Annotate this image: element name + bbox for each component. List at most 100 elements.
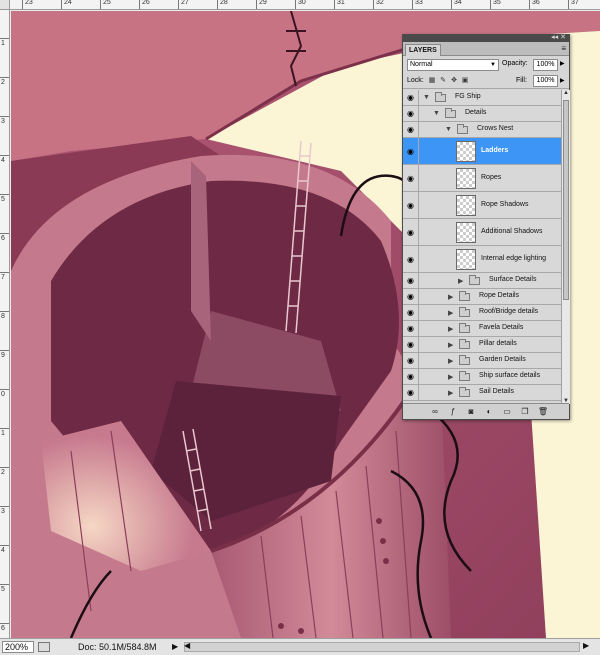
expand-triangle-icon[interactable]: ▶ bbox=[448, 373, 453, 381]
layer-group-ship-surface-details[interactable]: ◉ ▶ Ship surface details bbox=[403, 369, 561, 385]
layer-thumbnail bbox=[456, 222, 476, 243]
lock-all-icon[interactable]: ▣ bbox=[461, 77, 469, 85]
scroll-right-icon[interactable]: ▶ bbox=[583, 641, 589, 650]
expand-triangle-icon[interactable]: ▼ bbox=[423, 94, 430, 101]
ruler-label: 8 bbox=[1, 313, 5, 320]
eye-icon[interactable]: ◉ bbox=[403, 192, 419, 218]
scroll-up-icon[interactable]: ▲ bbox=[563, 90, 569, 96]
zoom-field[interactable]: 200% bbox=[2, 641, 34, 653]
scroll-left-icon[interactable]: ◀ bbox=[184, 641, 190, 650]
layer-list: ◉ ▼ FG Ship ◉ ▼ Details ◉ ▼ Crows Nest ◉… bbox=[403, 90, 561, 404]
layer-ladders[interactable]: ◉ Ladders bbox=[403, 138, 561, 165]
document-info-icon[interactable] bbox=[38, 642, 50, 652]
lock-move-icon[interactable]: ✥ bbox=[450, 77, 458, 85]
ruler-label: 3 bbox=[1, 118, 5, 125]
folder-icon bbox=[469, 275, 480, 285]
eye-icon[interactable]: ◉ bbox=[403, 106, 419, 121]
scrollbar-thumb[interactable] bbox=[563, 100, 569, 300]
fill-input[interactable]: 100% bbox=[533, 75, 558, 87]
ruler-label: 3 bbox=[1, 508, 5, 515]
expand-triangle-icon[interactable]: ▶ bbox=[448, 325, 453, 333]
new-layer-icon[interactable]: ❐ bbox=[519, 406, 531, 418]
layer-group-garden-details[interactable]: ◉ ▶ Garden Details bbox=[403, 353, 561, 369]
ruler-label: 37 bbox=[571, 0, 579, 6]
opacity-slider-icon[interactable]: ▶ bbox=[560, 60, 565, 67]
eye-icon[interactable]: ◉ bbox=[403, 246, 419, 272]
layer-name: Pillar details bbox=[479, 340, 517, 347]
layer-group-details[interactable]: ◉ ▼ Details bbox=[403, 106, 561, 122]
eye-icon[interactable]: ◉ bbox=[403, 273, 419, 288]
layer-internal-edge-lighting[interactable]: ◉ Internal edge lighting bbox=[403, 246, 561, 273]
mask-icon[interactable]: ◙ bbox=[465, 406, 477, 418]
layer-ropes[interactable]: ◉ Ropes bbox=[403, 165, 561, 192]
expand-triangle-icon[interactable]: ▶ bbox=[458, 277, 463, 285]
layer-group-favela-details[interactable]: ◉ ▶ Favela Details bbox=[403, 321, 561, 337]
expand-triangle-icon[interactable]: ▶ bbox=[448, 309, 453, 317]
horizontal-scrollbar[interactable] bbox=[184, 642, 580, 652]
fill-slider-icon[interactable]: ▶ bbox=[560, 77, 565, 84]
folder-icon bbox=[457, 124, 468, 134]
ruler-tick: 27 bbox=[178, 0, 189, 9]
adjustment-icon[interactable]: ◐ bbox=[483, 406, 495, 418]
status-menu-arrow-icon[interactable]: ▶ bbox=[172, 642, 178, 651]
ruler-label: 35 bbox=[493, 0, 501, 6]
ruler-tick: 6 bbox=[0, 233, 9, 242]
eye-icon[interactable]: ◉ bbox=[403, 165, 419, 191]
expand-triangle-icon[interactable]: ▶ bbox=[448, 389, 453, 397]
layers-panel: ◂◂ ✕ LAYERS ≡ Normal ▼ Opacity: 100% ▶ L… bbox=[402, 34, 570, 420]
group-icon[interactable]: ▭ bbox=[501, 406, 513, 418]
blend-mode-select[interactable]: Normal ▼ bbox=[407, 59, 499, 71]
expand-triangle-icon[interactable]: ▼ bbox=[433, 110, 440, 117]
eye-icon[interactable]: ◉ bbox=[403, 122, 419, 137]
ruler-tick: 37 bbox=[568, 0, 579, 9]
eye-icon[interactable]: ◉ bbox=[403, 337, 419, 352]
panel-menu-icon[interactable]: ≡ bbox=[561, 44, 566, 53]
tab-layers[interactable]: LAYERS bbox=[405, 44, 441, 56]
layer-group-surface-details[interactable]: ◉ ▶ Surface Details bbox=[403, 273, 561, 289]
layer-group-crows-nest[interactable]: ◉ ▼ Crows Nest bbox=[403, 122, 561, 138]
collapse-close-icon[interactable]: ◂◂ ✕ bbox=[551, 33, 566, 41]
eye-icon[interactable]: ◉ bbox=[403, 321, 419, 336]
layer-group-sail-details[interactable]: ◉ ▶ Sail Details bbox=[403, 385, 561, 401]
ruler-label: 28 bbox=[220, 0, 228, 6]
layer-group-roof-bridge-details[interactable]: ◉ ▶ Roof/Bridge details bbox=[403, 305, 561, 321]
fx-icon[interactable]: ƒ bbox=[447, 406, 459, 418]
layer-group-rope-details[interactable]: ◉ ▶ Rope Details bbox=[403, 289, 561, 305]
eye-icon[interactable]: ◉ bbox=[403, 305, 419, 320]
eye-icon[interactable]: ◉ bbox=[403, 289, 419, 304]
expand-triangle-icon[interactable]: ▶ bbox=[448, 293, 453, 301]
expand-triangle-icon[interactable]: ▶ bbox=[448, 341, 453, 349]
eye-icon[interactable]: ◉ bbox=[403, 353, 419, 368]
layers-scrollbar[interactable]: ▲ ▼ bbox=[561, 90, 570, 404]
eye-icon[interactable]: ◉ bbox=[403, 369, 419, 384]
blend-opacity-row: Normal ▼ Opacity: 100% ▶ bbox=[403, 56, 569, 73]
layer-group-pillar-details[interactable]: ◉ ▶ Pillar details bbox=[403, 337, 561, 353]
ruler-label: 27 bbox=[181, 0, 189, 6]
lock-transparency-icon[interactable]: ▦ bbox=[428, 77, 436, 85]
opacity-input[interactable]: 100% bbox=[533, 59, 558, 71]
eye-icon[interactable]: ◉ bbox=[403, 90, 419, 105]
expand-triangle-icon[interactable]: ▶ bbox=[448, 357, 453, 365]
ruler-tick: 4 bbox=[0, 545, 9, 554]
eye-icon[interactable]: ◉ bbox=[403, 138, 419, 164]
eye-icon[interactable]: ◉ bbox=[403, 385, 419, 400]
expand-triangle-icon[interactable]: ▼ bbox=[445, 126, 452, 133]
doc-size-info[interactable]: Doc: 50.1M/584.8M bbox=[78, 642, 157, 652]
trash-icon[interactable]: 🗑 bbox=[537, 406, 549, 418]
ruler-tick: 31 bbox=[334, 0, 345, 9]
ruler-tick: 4 bbox=[0, 155, 9, 164]
layer-rope-shadows[interactable]: ◉ Rope Shadows bbox=[403, 192, 561, 219]
lock-paint-icon[interactable]: ✎ bbox=[439, 77, 447, 85]
link-icon[interactable]: ∞ bbox=[429, 406, 441, 418]
ruler-tick: 8 bbox=[0, 311, 9, 320]
ruler-label: 29 bbox=[259, 0, 267, 6]
layer-name: Ladders bbox=[481, 147, 509, 154]
folder-icon bbox=[459, 323, 470, 333]
layer-group-fg-ship[interactable]: ◉ ▼ FG Ship bbox=[403, 90, 561, 106]
eye-icon[interactable]: ◉ bbox=[403, 219, 419, 245]
status-bar: 200% Doc: 50.1M/584.8M ▶ ◀ ▶ bbox=[0, 638, 600, 655]
folder-icon bbox=[459, 291, 470, 301]
layer-additional-shadows[interactable]: ◉ Additional Shadows bbox=[403, 219, 561, 246]
panel-titlebar[interactable]: ◂◂ ✕ bbox=[403, 33, 569, 42]
layer-thumbnail bbox=[456, 249, 476, 270]
